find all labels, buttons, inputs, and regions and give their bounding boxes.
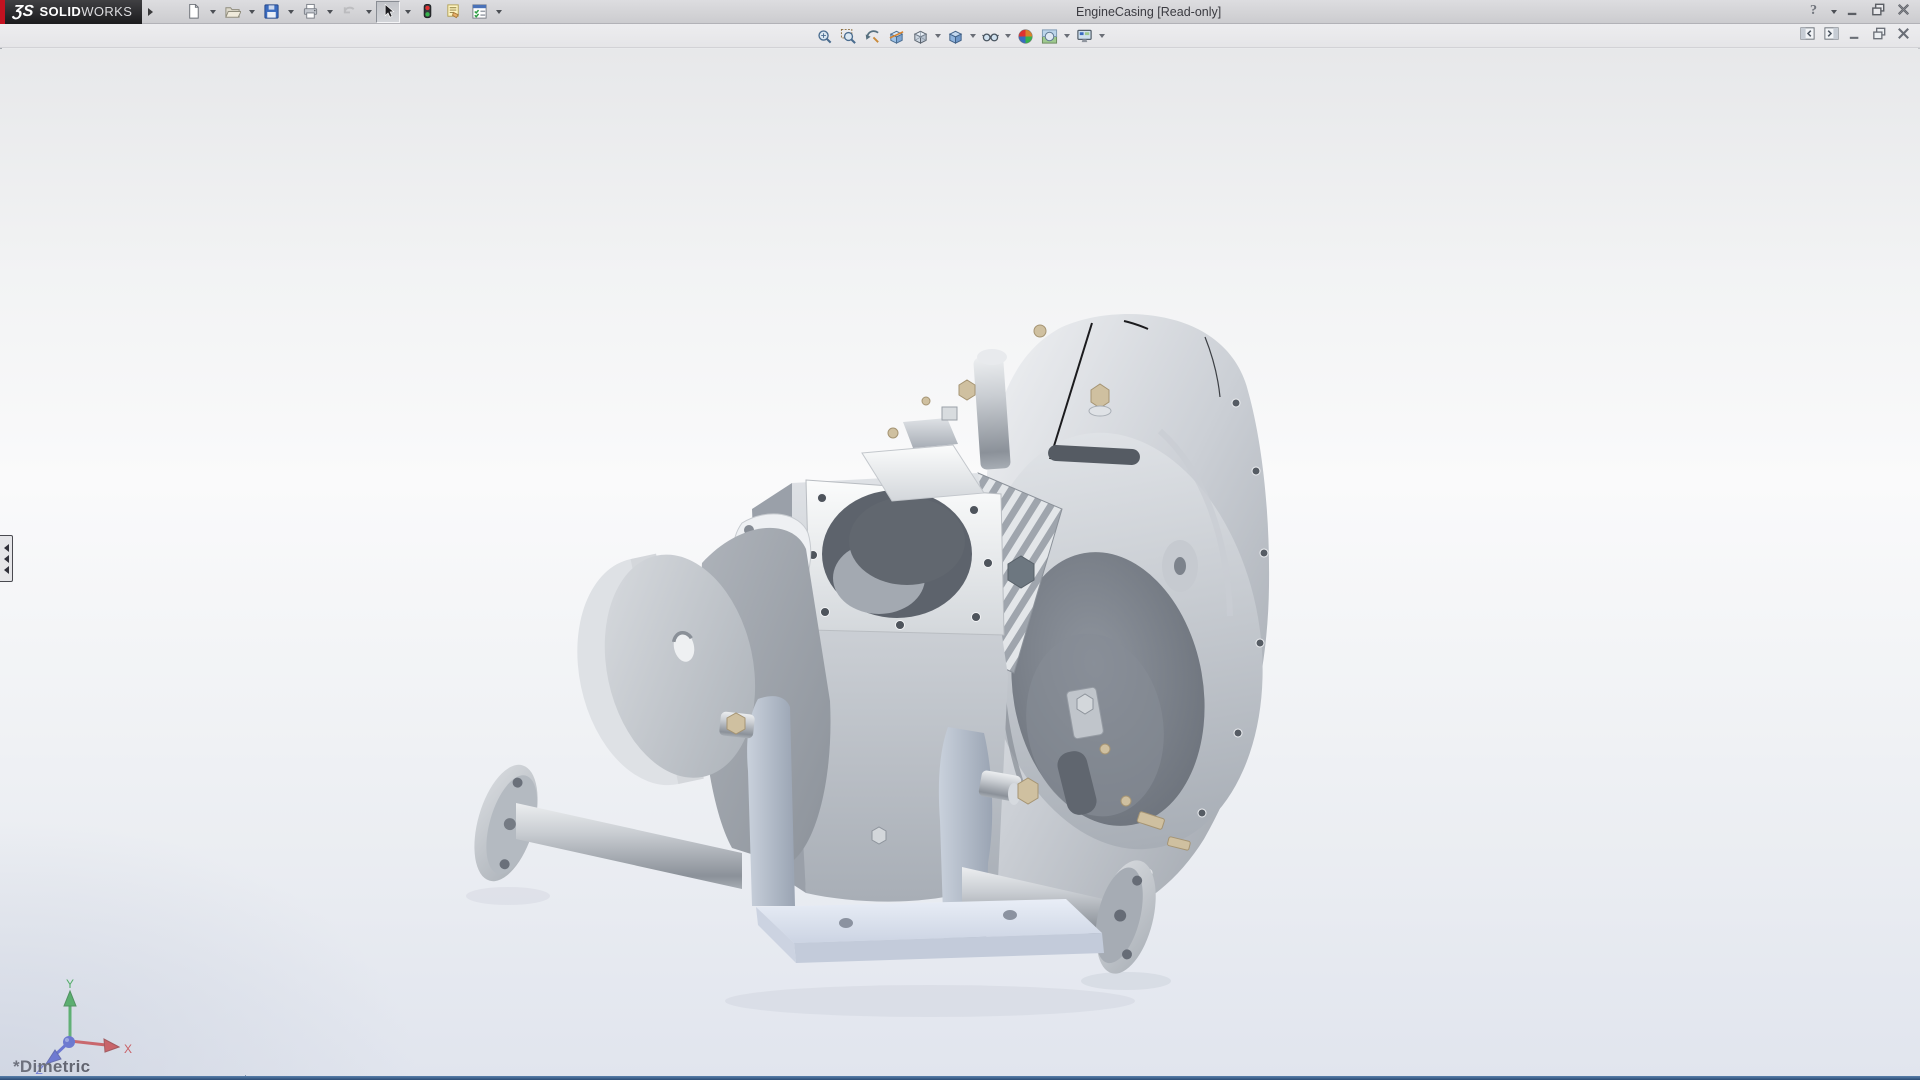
view-settings-dropdown-arrow[interactable] — [1097, 25, 1107, 47]
options-icon — [469, 2, 489, 22]
undo-icon — [339, 2, 359, 22]
apply-scene-button[interactable] — [1038, 25, 1061, 47]
rebuild-traffic-light-icon — [417, 2, 437, 22]
engine-casing-model[interactable] — [0, 49, 1920, 1076]
previous-view-button[interactable] — [861, 25, 884, 47]
print-button[interactable] — [298, 1, 322, 23]
options-button[interactable] — [467, 1, 491, 23]
view-orientation-icon — [910, 26, 931, 47]
file-properties-icon — [443, 2, 463, 22]
display-style-button[interactable] — [944, 25, 967, 47]
main-toolbar — [181, 1, 504, 23]
window-bottom-border — [0, 1076, 1920, 1080]
print-dropdown-arrow[interactable] — [324, 1, 335, 23]
zoom-to-fit-icon — [814, 26, 835, 47]
display-style-icon — [945, 26, 966, 47]
zoom-to-area-button[interactable] — [837, 25, 860, 47]
edit-appearance-icon — [1015, 26, 1036, 47]
view-orientation-dropdown-arrow[interactable] — [933, 25, 943, 47]
minimize-button[interactable] — [1843, 2, 1864, 22]
solidworks-logo: ƷS SOLID WORKS — [0, 0, 142, 24]
open-document-dropdown-arrow[interactable] — [246, 1, 257, 23]
solidworks-logo-text-light: WORKS — [81, 4, 132, 19]
zoom-to-area-icon — [838, 26, 859, 47]
edit-appearance-button[interactable] — [1014, 25, 1037, 47]
collapse-feature-pane-icon — [1799, 25, 1816, 47]
apply-scene-icon — [1039, 26, 1060, 47]
collapse-arrow-icon — [4, 555, 9, 563]
save-icon — [261, 2, 281, 22]
save-dropdown-arrow[interactable] — [285, 1, 296, 23]
close-button[interactable] — [1893, 2, 1914, 22]
file-properties-button[interactable] — [441, 1, 465, 23]
expand-display-pane-icon — [1823, 25, 1840, 47]
heads-up-view-toolbar — [813, 24, 1107, 48]
doc-minimize-button[interactable] — [1847, 27, 1864, 45]
rebuild-traffic-light-button[interactable] — [415, 1, 439, 23]
section-view-button[interactable] — [885, 25, 908, 47]
window-title: EngineCasing [Read-only] — [1076, 0, 1221, 24]
hide-show-items-button[interactable] — [979, 25, 1002, 47]
doc-restore-button[interactable] — [1871, 27, 1888, 45]
save-button[interactable] — [259, 1, 283, 23]
help-icon: ? — [1805, 1, 1822, 23]
doc-close-icon — [1895, 25, 1912, 47]
svg-text:?: ? — [1810, 2, 1817, 18]
minimize-icon — [1845, 1, 1862, 23]
document-window-controls — [1799, 24, 1912, 48]
previous-view-icon — [862, 26, 883, 47]
options-dropdown-arrow[interactable] — [493, 1, 504, 23]
zoom-to-fit-button[interactable] — [813, 25, 836, 47]
display-style-dropdown-arrow[interactable] — [968, 25, 978, 47]
graphics-viewport[interactable]: Y X Z *Dimetric — [0, 49, 1920, 1076]
menu-expander-icon[interactable] — [148, 8, 153, 16]
view-settings-icon — [1074, 26, 1095, 47]
triad-x-label: X — [124, 1042, 132, 1056]
solidworks-logo-glyph: ƷS — [12, 3, 34, 21]
expand-display-pane-button[interactable] — [1823, 27, 1840, 45]
new-document-button[interactable] — [181, 1, 205, 23]
restore-icon — [1870, 1, 1887, 23]
view-orientation-label: *Dimetric — [13, 1057, 90, 1076]
hide-show-items-dropdown-arrow[interactable] — [1003, 25, 1013, 47]
toolbar-row — [0, 24, 1920, 48]
help-dropdown-arrow[interactable] — [1828, 1, 1839, 23]
open-document-button[interactable] — [220, 1, 244, 23]
doc-restore-icon — [1871, 25, 1888, 47]
view-settings-button[interactable] — [1073, 25, 1096, 47]
window-controls: ? — [1803, 0, 1914, 24]
open-document-icon — [222, 2, 242, 22]
close-icon — [1895, 1, 1912, 23]
feature-manager-collapsed-tab[interactable] — [0, 535, 13, 582]
section-view-icon — [886, 26, 907, 47]
doc-minimize-icon — [1847, 25, 1864, 47]
collapse-arrow-icon — [4, 544, 9, 552]
collapse-arrow-icon — [4, 566, 9, 574]
restore-button[interactable] — [1868, 2, 1889, 22]
print-icon — [300, 2, 320, 22]
select-button[interactable] — [376, 1, 400, 23]
hide-show-items-icon — [980, 26, 1001, 47]
new-document-dropdown-arrow[interactable] — [207, 1, 218, 23]
solidworks-window: ƷS SOLID WORKS EngineCasing [Read-only] … — [0, 0, 1920, 1080]
solidworks-logo-text-bold: SOLID — [39, 4, 81, 19]
undo-button[interactable] — [337, 1, 361, 23]
help-button[interactable]: ? — [1803, 2, 1824, 22]
title-bar: ƷS SOLID WORKS EngineCasing [Read-only] … — [0, 0, 1920, 24]
doc-close-button[interactable] — [1895, 27, 1912, 45]
new-document-icon — [183, 2, 203, 22]
apply-scene-dropdown-arrow[interactable] — [1062, 25, 1072, 47]
select-dropdown-arrow[interactable] — [402, 1, 413, 23]
undo-dropdown-arrow[interactable] — [363, 1, 374, 23]
view-orientation-button[interactable] — [909, 25, 932, 47]
collapse-feature-pane-button[interactable] — [1799, 27, 1816, 45]
select-icon — [378, 2, 398, 22]
triad-y-label: Y — [66, 979, 74, 991]
